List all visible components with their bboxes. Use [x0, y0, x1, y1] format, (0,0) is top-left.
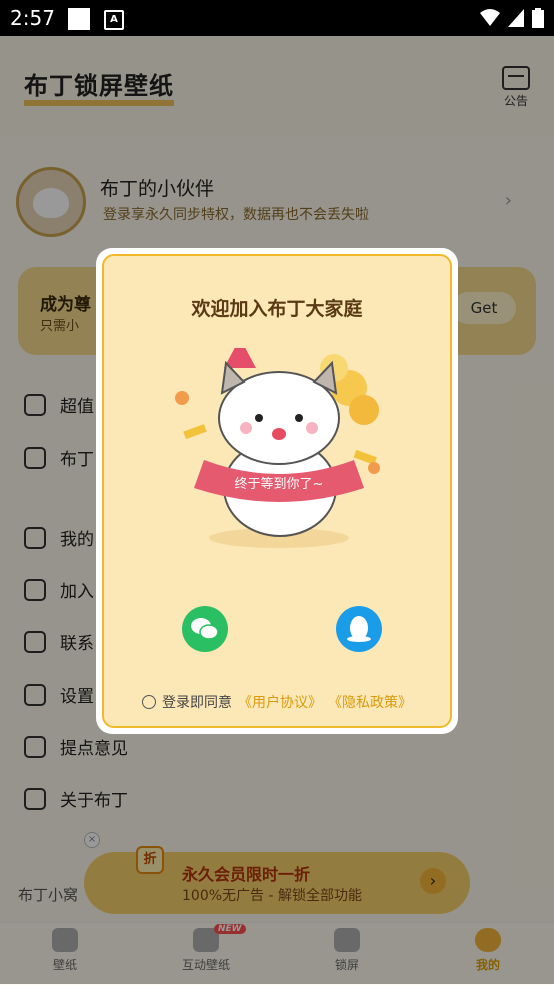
status-bar: 2:57 A: [0, 0, 554, 36]
qq-login-button[interactable]: [336, 606, 382, 652]
agreement-row: 登录即同意 《用户协议》 《隐私政策》: [142, 692, 412, 712]
wechat-icon: [191, 618, 219, 640]
agree-radio[interactable]: [142, 695, 156, 709]
privacy-policy-link[interactable]: 《隐私政策》: [328, 692, 412, 712]
wechat-login-button[interactable]: [182, 606, 228, 652]
dialog-panel: 欢迎加入布丁大家庭 终于等到你了~ 登录即同意 《用户协议》 《隐私政策》: [102, 254, 452, 728]
celebration-cat-illustration: 终于等到你了~: [175, 348, 380, 548]
wifi-icon: [480, 9, 500, 26]
battery-icon: [532, 8, 544, 28]
user-agreement-link[interactable]: 《用户协议》: [238, 692, 322, 712]
login-dialog: 欢迎加入布丁大家庭 终于等到你了~ 登录即同意 《用户协议》 《隐私政策》: [96, 248, 458, 734]
dialog-title: 欢迎加入布丁大家庭: [191, 298, 363, 320]
notification-square-icon: [68, 8, 90, 30]
system-icons: [480, 8, 544, 28]
qq-penguin-icon: [347, 616, 371, 642]
agree-prefix: 登录即同意: [162, 695, 232, 711]
banner-text: 终于等到你了~: [235, 476, 324, 492]
signal-icon: [508, 9, 524, 27]
status-time: 2:57: [10, 6, 55, 30]
a-notification-icon: A: [104, 10, 124, 30]
